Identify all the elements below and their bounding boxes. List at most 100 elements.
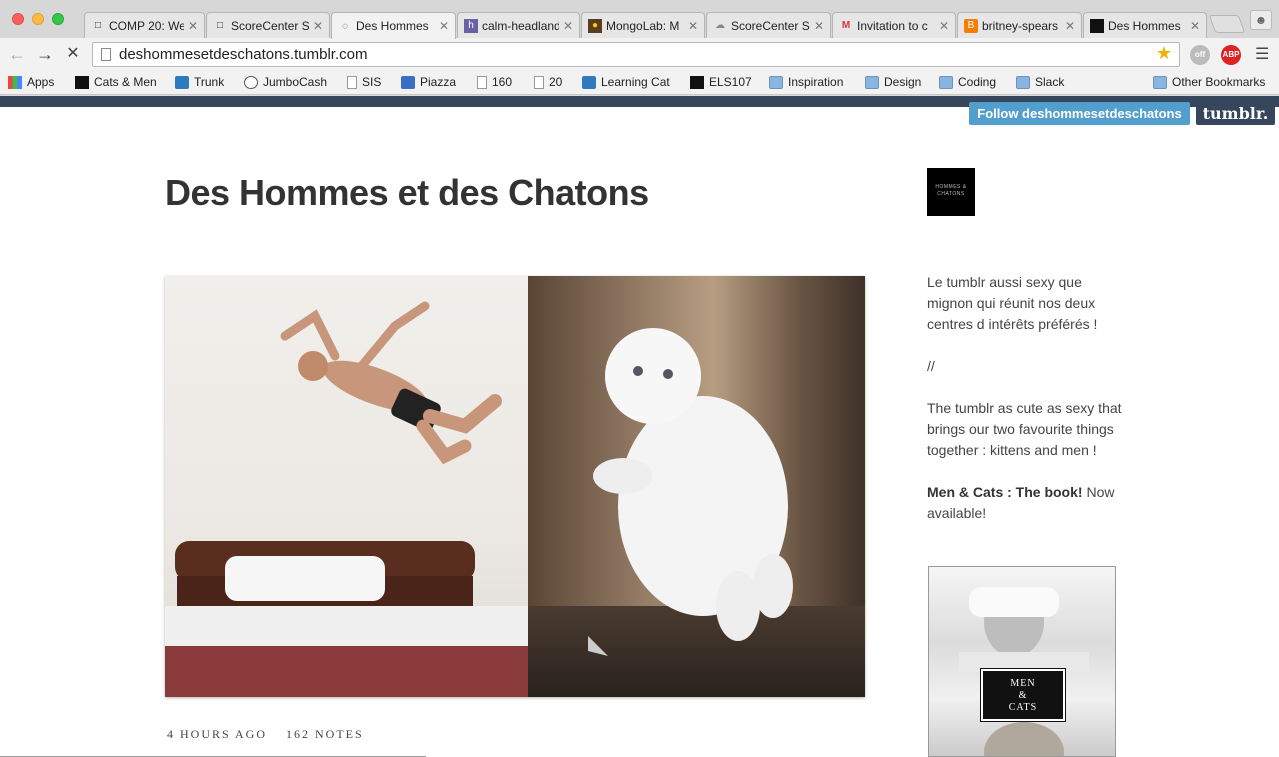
loading-spinner-icon: ◌ — [342, 20, 348, 32]
tab-blogger[interactable]: B britney-spears ✕ — [957, 12, 1082, 38]
tab-title: britney-spears — [982, 18, 1059, 33]
bookmark-design[interactable]: Design — [865, 75, 921, 89]
bookmark-trunk[interactable]: Trunk — [175, 75, 224, 89]
bookmark-label: Coding — [958, 75, 997, 89]
bookmark-apps[interactable]: Apps — [8, 75, 54, 89]
page-icon — [477, 75, 487, 89]
tab-mongolab[interactable]: ● MongoLab: M ✕ — [581, 12, 705, 38]
close-icon[interactable]: ✕ — [188, 19, 198, 33]
post-meta: 4 HOURS AGO 162 NOTES — [167, 727, 378, 742]
close-icon[interactable]: ✕ — [688, 19, 698, 33]
blog-avatar[interactable]: HOMMES & CHATONS — [927, 168, 975, 216]
hamburger-menu-icon[interactable]: ☰ — [1255, 44, 1269, 64]
close-icon[interactable]: ✕ — [439, 19, 449, 33]
tab-calm-headland[interactable]: h calm-headland ✕ — [457, 12, 580, 38]
bookmark-cats-men[interactable]: Cats & Men — [75, 75, 157, 89]
fluffy-kitten-illustration — [588, 328, 793, 656]
folder-icon — [939, 75, 953, 89]
bookmark-slack[interactable]: Slack — [1016, 75, 1064, 89]
description-en: The tumblr as cute as sexy that brings o… — [927, 400, 1122, 458]
heroku-icon: h — [464, 18, 478, 33]
bookmark-label: 160 — [492, 75, 513, 89]
tumblr-logo[interactable]: tumblr. — [1196, 102, 1275, 125]
page-icon — [347, 75, 357, 89]
bookmark-20[interactable]: 20 — [534, 75, 562, 89]
photo-jumping-man — [165, 276, 528, 697]
bookmark-label: Piazza — [420, 75, 457, 89]
browser-chrome: □ COMP 20: We ✕ □ ScoreCenter S ✕ ◌ Des … — [0, 0, 1279, 96]
photo-jumping-kitten — [528, 276, 865, 697]
page-icon: □ — [216, 20, 224, 31]
tab-comp20[interactable]: □ COMP 20: We ✕ — [84, 12, 205, 38]
book-badge: MEN & CATS — [980, 668, 1066, 722]
close-icon[interactable]: ✕ — [1065, 19, 1075, 33]
bookmark-jumbocash[interactable]: JumboCash — [244, 75, 327, 89]
bookmark-sis[interactable]: SIS — [347, 75, 381, 89]
bookmark-160[interactable]: 160 — [477, 75, 512, 89]
zoom-window-button[interactable] — [52, 13, 64, 25]
bookmark-els107[interactable]: ELS107 — [690, 75, 752, 89]
follow-button[interactable]: Follow deshommesetdeschatons — [969, 102, 1190, 125]
bookmark-label: Design — [884, 75, 922, 89]
blog-title[interactable]: Des Hommes et des Chatons — [165, 172, 649, 214]
bookmark-label: SIS — [362, 75, 382, 89]
bookmark-star-icon[interactable]: ★ — [1156, 43, 1172, 64]
url-text: deshommesetdeschatons.tumblr.com — [119, 46, 368, 63]
close-icon[interactable]: ✕ — [939, 19, 949, 33]
tab-gmail[interactable]: M Invitation to c ✕ — [832, 12, 956, 38]
post-photo[interactable] — [165, 276, 865, 697]
address-bar[interactable]: deshommesetdeschatons.tumblr.com — [92, 42, 1180, 67]
stop-loading-icon[interactable]: ✕ — [62, 43, 84, 65]
close-icon[interactable]: ✕ — [1190, 19, 1200, 33]
bookmarks-bar: Apps Cats & Men Trunk JumboCash SIS Piaz… — [0, 71, 1279, 95]
bookmark-label: 20 — [549, 75, 563, 89]
blogger-icon: B — [964, 18, 978, 33]
tab-scorecenter[interactable]: □ ScoreCenter S ✕ — [206, 12, 330, 38]
book-badge-line3: CATS — [1008, 702, 1038, 713]
post-notes-link[interactable]: 162 NOTES — [286, 727, 364, 741]
bookmark-label: Trunk — [194, 75, 225, 89]
bookmark-label: Cats & Men — [94, 75, 157, 89]
back-arrow-icon[interactable]: ← — [6, 43, 28, 65]
book-announcement-bold: Men & Cats : The book! — [927, 484, 1083, 500]
bookmark-other[interactable]: Other Bookmarks — [1153, 75, 1265, 89]
tab-des-hommes-2[interactable]: Des Hommes ✕ — [1083, 12, 1207, 38]
new-tab-button[interactable] — [1208, 15, 1246, 33]
bookmark-coding[interactable]: Coding — [939, 75, 996, 89]
bookmark-label: JumboCash — [263, 75, 328, 89]
close-icon[interactable]: ✕ — [313, 19, 323, 33]
profile-icon[interactable]: ☻ — [1250, 10, 1272, 30]
forward-arrow-icon[interactable]: → — [34, 43, 56, 65]
close-icon[interactable]: ✕ — [814, 19, 824, 33]
cloud-icon: ☁ — [715, 20, 725, 31]
minimize-window-button[interactable] — [32, 13, 44, 25]
close-window-button[interactable] — [12, 13, 24, 25]
bookmark-label: Slack — [1035, 75, 1065, 89]
tab-strip: □ COMP 20: We ✕ □ ScoreCenter S ✕ ◌ Des … — [0, 0, 1279, 39]
bookmark-learning-cat[interactable]: Learning Cat — [582, 75, 670, 89]
tab-title: Des Hommes — [1108, 18, 1181, 33]
tab-des-hommes-active[interactable]: ◌ Des Hommes ✕ — [331, 12, 456, 39]
avatar-text: HOMMES & CHATONS — [935, 184, 967, 197]
description-separator: // — [927, 358, 935, 374]
apps-icon — [8, 75, 22, 89]
extension-badge: off — [1194, 50, 1206, 59]
bookmark-piazza[interactable]: Piazza — [401, 75, 456, 89]
book-cover-photo — [959, 587, 1089, 756]
book-badge-line1: MEN — [1010, 678, 1036, 689]
bookmark-favicon-icon — [75, 75, 89, 89]
cat-extension-icon[interactable]: off — [1190, 45, 1210, 65]
bookmark-inspiration[interactable]: Inspiration — [769, 75, 843, 89]
post-time-link[interactable]: 4 HOURS AGO — [167, 727, 267, 741]
hb-icon — [690, 75, 704, 89]
bookmark-label: Other Bookmarks — [1172, 75, 1266, 89]
book-cover-image[interactable]: MEN & CATS — [928, 566, 1116, 757]
adblock-plus-icon[interactable]: ABP — [1221, 45, 1241, 65]
folder-icon — [1016, 75, 1030, 89]
tab-title: ScoreCenter S — [231, 18, 309, 33]
close-icon[interactable]: ✕ — [563, 19, 573, 33]
tab-scorecenter-2[interactable]: ☁ ScoreCenter S ✕ — [706, 12, 831, 38]
tab-title: MongoLab: M — [606, 18, 680, 33]
folder-icon — [769, 75, 783, 89]
bookmark-label: Apps — [27, 75, 55, 89]
